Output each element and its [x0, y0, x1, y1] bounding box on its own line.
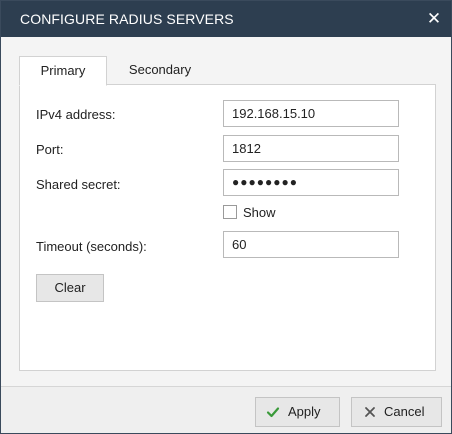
ipv4-field[interactable]: 192.168.15.10	[223, 100, 399, 127]
port-field[interactable]: 1812	[223, 135, 399, 162]
tab-panel-primary: IPv4 address: 192.168.15.10 Port: 1812 S…	[19, 84, 436, 371]
dialog-title: CONFIGURE RADIUS SERVERS	[20, 11, 234, 27]
shared-secret-field[interactable]: ●●●●●●●●	[223, 169, 399, 196]
cancel-button[interactable]: Cancel	[351, 397, 442, 427]
port-label: Port:	[36, 142, 64, 157]
ipv4-label: IPv4 address:	[36, 107, 116, 122]
x-icon	[365, 407, 375, 417]
show-secret-checkbox[interactable]	[223, 205, 237, 219]
radius-dialog: CONFIGURE RADIUS SERVERS ✕ Primary Secon…	[0, 0, 452, 434]
cancel-label: Cancel	[384, 404, 425, 419]
check-icon	[266, 407, 280, 418]
clear-button[interactable]: Clear	[36, 274, 104, 302]
close-icon[interactable]: ✕	[423, 8, 445, 30]
title-bar: CONFIGURE RADIUS SERVERS ✕	[1, 1, 451, 37]
tab-secondary[interactable]: Secondary	[114, 56, 206, 84]
shared-secret-label: Shared secret:	[36, 177, 121, 192]
timeout-label: Timeout (seconds):	[36, 239, 147, 254]
tab-primary[interactable]: Primary	[19, 56, 107, 86]
timeout-field[interactable]: 60	[223, 231, 399, 258]
apply-button[interactable]: Apply	[255, 397, 340, 427]
dialog-body: Primary Secondary IPv4 address: 192.168.…	[1, 37, 451, 386]
show-secret-label[interactable]: Show	[243, 205, 276, 220]
dialog-footer: Apply Cancel	[1, 386, 451, 433]
apply-label: Apply	[288, 404, 321, 419]
